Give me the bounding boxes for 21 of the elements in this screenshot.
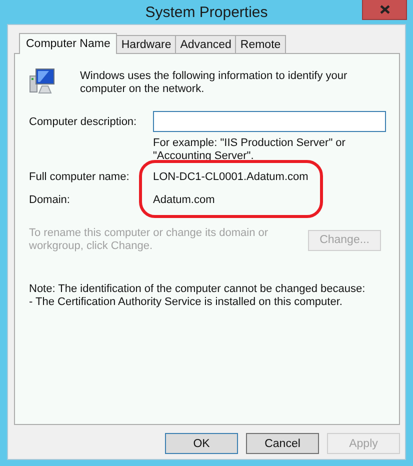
note-text: Note: The identification of the computer cannot be changed because: xyxy=(29,283,366,296)
tab[interactable]: Remote xyxy=(235,35,286,53)
description-field[interactable] xyxy=(153,111,386,132)
dialog-button[interactable]: Cancel xyxy=(246,433,319,454)
hint-text: For example: "IIS Production Server" or "Accounting Server". xyxy=(153,137,346,163)
tab[interactable]: Advanced xyxy=(175,35,236,53)
computer-icon xyxy=(29,68,55,96)
domain-value: Adatum.com xyxy=(153,194,215,206)
intro-text: Windows uses the following information to identify your computer on the network. xyxy=(80,69,348,96)
note-text: - The Certification Authority Service is installed on this computer. xyxy=(29,296,344,309)
close-button[interactable] xyxy=(362,0,407,20)
dialog-button[interactable]: OK xyxy=(165,433,238,454)
full-name-value: LON-DC1-CL0001.Adatum.com xyxy=(153,170,308,182)
window-title: System Properties xyxy=(145,4,268,20)
tab[interactable]: Computer Name xyxy=(19,33,118,54)
rename-text: To rename this computer or change its domain or workgroup, click Change. xyxy=(29,227,270,253)
tab[interactable]: Hardware xyxy=(116,35,176,53)
description-label: Computer description: xyxy=(29,116,138,128)
close-icon xyxy=(380,5,390,14)
domain-label: Domain: xyxy=(29,194,71,206)
full-name-label: Full computer name: xyxy=(29,170,130,182)
